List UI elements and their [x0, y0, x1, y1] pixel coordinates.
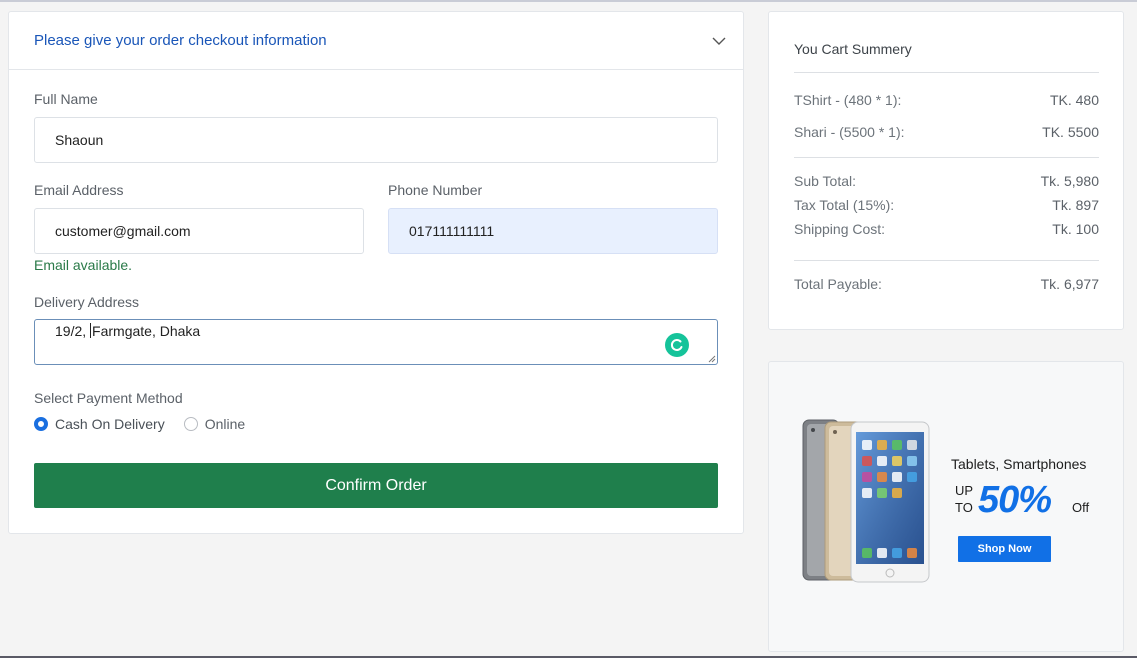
radio-cash-on-delivery[interactable]: [34, 417, 48, 431]
checkout-accordion-header[interactable]: Please give your order checkout informat…: [9, 12, 743, 70]
cart-item-row: TShirt - (480 * 1): TK. 480: [794, 92, 1099, 108]
payment-method-label: Select Payment Method: [34, 390, 183, 406]
tax-total-value: Tk. 897: [1052, 197, 1099, 213]
ad-upto-text: UP TO: [955, 482, 973, 516]
cart-summary-card: You Cart Summery TShirt - (480 * 1): TK.…: [768, 11, 1124, 330]
cart-summary-title: You Cart Summery: [794, 41, 912, 57]
email-value: customer@gmail.com: [55, 223, 191, 239]
shop-now-button[interactable]: Shop Now: [958, 536, 1051, 562]
email-input[interactable]: customer@gmail.com: [34, 208, 364, 254]
cart-item-price: TK. 480: [1049, 92, 1099, 108]
total-payable-row: Total Payable: Tk. 6,977: [794, 276, 1099, 292]
sub-total-label: Sub Total:: [794, 173, 857, 189]
divider: [794, 260, 1099, 261]
ad-off-text: Off: [1072, 500, 1090, 515]
ad-discount-percent: 50%: [978, 479, 1052, 521]
checkout-title: Please give your order checkout informat…: [34, 32, 327, 49]
shipping-cost-row: Shipping Cost: Tk. 100: [794, 221, 1099, 237]
tax-total-label: Tax Total (15%):: [794, 197, 895, 213]
total-payable-value: Tk. 6,977: [1040, 276, 1099, 292]
sub-total-value: Tk. 5,980: [1040, 173, 1099, 189]
full-name-value: Shaoun: [55, 132, 104, 148]
ad-up: UP: [955, 483, 974, 498]
cart-item-name: Shari - (5500 * 1):: [794, 124, 905, 140]
delivery-address-label: Delivery Address: [34, 294, 140, 310]
grammarly-icon[interactable]: [665, 333, 689, 357]
radio-label-online[interactable]: Online: [205, 416, 245, 432]
phone-value: 017111111111: [409, 223, 495, 239]
email-label: Email Address: [34, 182, 124, 198]
address-value-start: 19/2,: [55, 323, 91, 339]
tablets-image: [802, 419, 930, 583]
phone-input[interactable]: 017111111111: [388, 208, 718, 254]
text-caret: [90, 323, 92, 338]
shipping-cost-value: Tk. 100: [1052, 221, 1099, 237]
cart-item-name: TShirt - (480 * 1):: [794, 92, 902, 108]
full-name-label: Full Name: [34, 91, 98, 107]
radio-label-cash-on-delivery[interactable]: Cash On Delivery: [55, 416, 165, 432]
shipping-cost-label: Shipping Cost:: [794, 221, 886, 237]
payment-method-group: Cash On Delivery Online: [34, 416, 245, 432]
delivery-address-textarea[interactable]: 19/2, Farmgate, Dhaka: [34, 319, 718, 365]
phone-label: Phone Number: [388, 182, 483, 198]
email-status-message: Email available.: [34, 257, 133, 273]
total-payable-label: Total Payable:: [794, 276, 882, 292]
chevron-down-icon[interactable]: [711, 33, 727, 49]
ad-to: TO: [955, 500, 973, 515]
checkout-card: Please give your order checkout informat…: [8, 11, 744, 534]
cart-item-price: TK. 5500: [1042, 124, 1099, 140]
radio-online[interactable]: [183, 417, 198, 431]
cart-item-row: Shari - (5500 * 1): TK. 5500: [794, 124, 1099, 140]
divider: [794, 72, 1099, 73]
promo-banner[interactable]: Tablets, Smartphones UP TO 50% Off Shop …: [768, 361, 1124, 652]
full-name-input[interactable]: Shaoun: [34, 117, 718, 163]
address-value-end: Farmgate, Dhaka: [92, 323, 201, 339]
confirm-order-button[interactable]: Confirm Order: [34, 463, 718, 508]
tax-total-row: Tax Total (15%): Tk. 897: [794, 197, 1099, 213]
sub-total-row: Sub Total: Tk. 5,980: [794, 173, 1099, 189]
divider: [794, 157, 1099, 158]
resize-handle-icon[interactable]: [708, 355, 716, 363]
ad-title: Tablets, Smartphones: [951, 456, 1087, 472]
